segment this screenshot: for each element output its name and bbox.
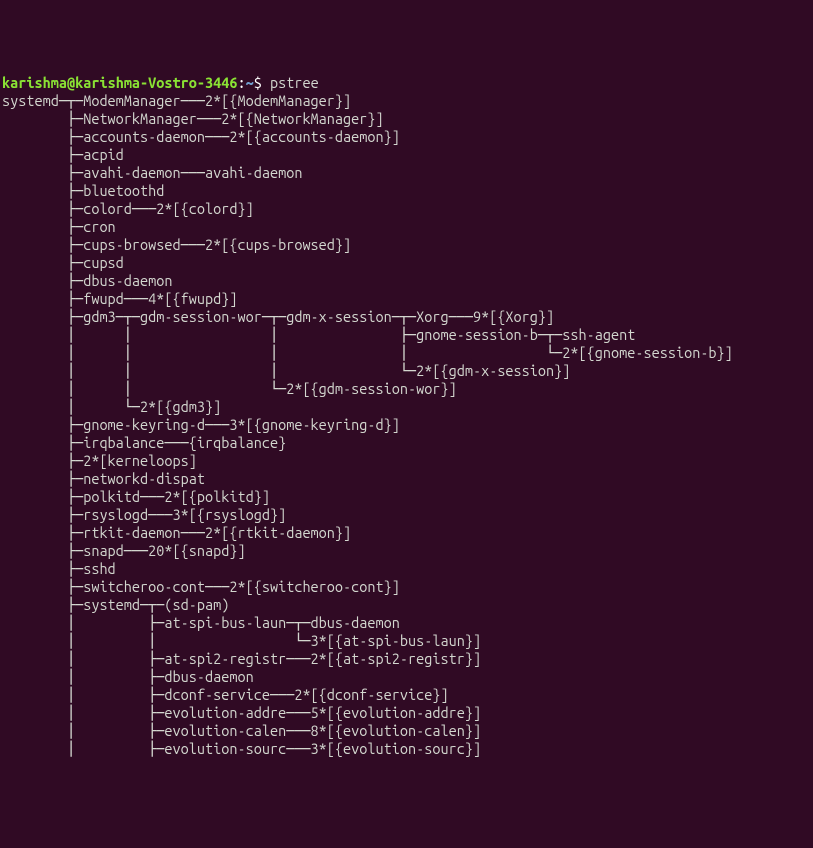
pstree-output: systemd─┬─ModemManager───2*[{ModemManage…	[2, 92, 811, 758]
prompt-path: ~	[246, 74, 254, 91]
command-text: pstree	[270, 74, 319, 91]
prompt-host: karishma-Vostro-3446	[75, 74, 237, 91]
prompt-dollar: $	[254, 74, 270, 91]
prompt-line: karishma@karishma-Vostro-3446:~$ pstree	[2, 74, 319, 91]
terminal-window[interactable]: karishma@karishma-Vostro-3446:~$ pstree …	[2, 74, 811, 758]
prompt-user: karishma	[2, 74, 67, 91]
prompt-colon: :	[238, 74, 246, 91]
prompt-at: @	[67, 74, 75, 91]
